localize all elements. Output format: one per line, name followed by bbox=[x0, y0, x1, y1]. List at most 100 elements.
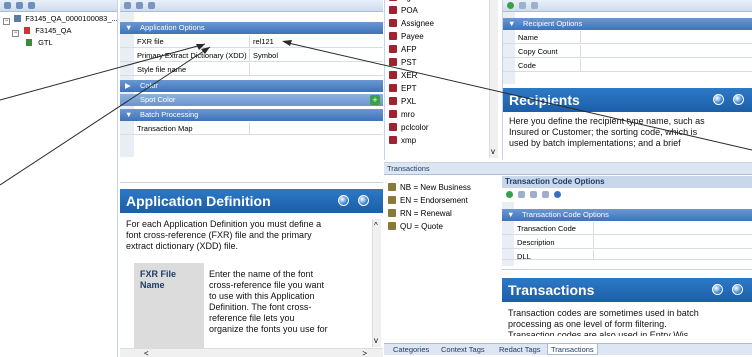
recipient-label: Agent bbox=[401, 0, 422, 2]
grid-row-name[interactable]: Name bbox=[503, 31, 752, 44]
recipient-item[interactable]: XER bbox=[389, 70, 417, 82]
transaction-icon bbox=[388, 196, 396, 204]
tab-context-tags[interactable]: Context Tags bbox=[438, 344, 488, 355]
xdd-value[interactable]: Symbol bbox=[251, 49, 278, 62]
recipient-item[interactable]: mro bbox=[389, 109, 415, 121]
fxr-file-value[interactable]: rel121 bbox=[251, 35, 274, 48]
recipient-item[interactable]: Payee bbox=[389, 31, 424, 43]
tab-categories[interactable]: Categories bbox=[390, 344, 432, 355]
next-icon[interactable] bbox=[732, 284, 743, 295]
tco-title-bar: Transaction Code Options bbox=[502, 176, 752, 188]
previous-icon[interactable] bbox=[713, 94, 724, 105]
recipient-item[interactable]: pclcolor bbox=[389, 122, 429, 134]
recipient-icon bbox=[389, 45, 397, 53]
horizontal-scrollbar[interactable]: < > bbox=[120, 348, 383, 357]
category-application-options[interactable]: ▼ Application Options bbox=[120, 22, 383, 34]
toolbar-icon[interactable] bbox=[530, 191, 537, 198]
recipients-scrollbar[interactable]: v bbox=[489, 0, 498, 158]
tab-redact-tags[interactable]: Redact Tags bbox=[496, 344, 544, 355]
help-icon[interactable] bbox=[554, 191, 561, 198]
recipient-icon bbox=[389, 6, 397, 14]
recipient-label: AFP bbox=[401, 45, 417, 54]
toolbar-icon[interactable] bbox=[124, 2, 131, 9]
expand-arrow-icon[interactable]: ▼ bbox=[508, 18, 515, 30]
toolbar-icon[interactable] bbox=[542, 191, 549, 198]
tree-tool-icon[interactable] bbox=[16, 2, 23, 9]
toolbar-icon[interactable] bbox=[136, 2, 143, 9]
expand-arrow-icon[interactable]: ▼ bbox=[125, 109, 132, 121]
grid-row-transaction-code[interactable]: Transaction Code bbox=[502, 222, 752, 235]
scroll-up-icon[interactable]: ^ bbox=[374, 221, 378, 230]
recipient-label: POA bbox=[401, 6, 418, 15]
property-key: Description bbox=[514, 236, 594, 249]
transaction-item[interactable]: QU = Quote bbox=[388, 221, 443, 233]
group-icon bbox=[26, 39, 32, 46]
grid-row-copy-count[interactable]: Copy Count bbox=[503, 45, 752, 58]
toolbar-icon[interactable] bbox=[531, 2, 538, 9]
recipient-item[interactable]: Agent bbox=[389, 0, 422, 4]
grid-row-dll[interactable]: DLL bbox=[502, 250, 752, 260]
recipient-item[interactable]: AFP bbox=[389, 44, 417, 56]
recipient-item[interactable]: Assignee bbox=[389, 18, 434, 30]
transactions-list: NB = New Business EN = Endorsement RN = Re… bbox=[384, 177, 499, 337]
toolbar-icon[interactable] bbox=[148, 2, 155, 9]
scroll-right-icon[interactable]: > bbox=[362, 349, 367, 357]
tree-item-leaf[interactable]: GTL bbox=[26, 37, 53, 48]
tree-tool-icon[interactable] bbox=[28, 2, 35, 9]
transaction-code-options: Transaction Code Options ▼ Transaction C… bbox=[502, 176, 752, 266]
help-scrollbar[interactable]: ^ v bbox=[372, 219, 381, 347]
term-line: Name bbox=[140, 280, 165, 290]
recipient-item[interactable]: xmp bbox=[389, 135, 416, 147]
transaction-item[interactable]: NB = New Business bbox=[388, 182, 471, 194]
previous-icon[interactable] bbox=[712, 284, 723, 295]
recipient-item[interactable]: PXL bbox=[389, 96, 416, 108]
collapse-icon[interactable]: − bbox=[12, 30, 19, 37]
grid-row-spot-color[interactable]: Spot Color + bbox=[120, 94, 383, 106]
expand-arrow-icon[interactable]: ▶ bbox=[125, 80, 131, 92]
tree-tool-icon[interactable] bbox=[4, 2, 11, 9]
desc-line: to use with this Application bbox=[209, 291, 315, 301]
category-transaction-code-options[interactable]: ▼ Transaction Code Options bbox=[502, 209, 752, 221]
scroll-down-icon[interactable]: v bbox=[374, 336, 378, 345]
category-color[interactable]: ▶ Color bbox=[120, 80, 383, 92]
tab-transactions[interactable]: Transactions bbox=[547, 344, 598, 355]
transaction-item[interactable]: EN = Endorsement bbox=[388, 195, 468, 207]
grid-row-fxr-file[interactable]: FXR file rel121 bbox=[120, 35, 383, 48]
scroll-down-icon[interactable]: v bbox=[491, 147, 495, 156]
library-icon bbox=[14, 15, 22, 22]
category-recipient-options[interactable]: ▼ Recipient Options bbox=[503, 18, 752, 30]
category-batch-processing[interactable]: ▼ Batch Processing bbox=[120, 109, 383, 121]
transaction-item[interactable]: RN = Renewal bbox=[388, 208, 452, 220]
property-key: Code bbox=[515, 59, 581, 72]
recipient-label: PXL bbox=[401, 97, 417, 106]
add-icon[interactable]: + bbox=[370, 95, 380, 105]
next-icon[interactable] bbox=[733, 94, 744, 105]
toolbar-icon[interactable] bbox=[518, 191, 525, 198]
expand-arrow-icon[interactable]: ▼ bbox=[507, 209, 514, 221]
scroll-left-icon[interactable]: < bbox=[144, 349, 149, 357]
recipient-item[interactable]: PST bbox=[389, 57, 417, 69]
add-icon[interactable] bbox=[507, 2, 514, 9]
app-toolbar bbox=[120, 0, 383, 12]
grid-row-xdd[interactable]: Primary Extract Dictionary (XDD) Symbol bbox=[120, 49, 383, 62]
recipients-list-pane: Agent POA Assignee Payee AFP PST XER EPT PXL mro p… bbox=[384, 0, 499, 160]
property-key: Primary Extract Dictionary (XDD) bbox=[134, 49, 250, 62]
recipient-item[interactable]: EPT bbox=[389, 83, 417, 95]
recipient-item[interactable]: POA bbox=[389, 5, 418, 17]
help-line: Here you define the recipient type name,… bbox=[509, 116, 705, 126]
grid-row-transaction-map[interactable]: Transaction Map bbox=[120, 122, 383, 135]
tree-item-root[interactable]: − F3145_QA_0000100083_... bbox=[3, 13, 117, 25]
toolbar-icon[interactable] bbox=[519, 2, 526, 9]
application-options-pane: ▼ Application Options FXR file rel121 Pr… bbox=[120, 0, 383, 180]
tree-item-child[interactable]: − F3145_QA bbox=[12, 25, 71, 37]
recipients-help-body: Here you define the recipient type name,… bbox=[509, 116, 745, 149]
grid-row-description[interactable]: Description bbox=[502, 236, 752, 249]
help-line: extract dictionary (XDD) file. bbox=[126, 241, 239, 251]
grid-row-style-file[interactable]: Style file name bbox=[120, 63, 383, 76]
expand-arrow-icon[interactable]: ▼ bbox=[125, 22, 132, 34]
previous-icon[interactable] bbox=[338, 195, 349, 206]
grid-row-code[interactable]: Code bbox=[503, 59, 752, 72]
add-icon[interactable] bbox=[506, 191, 513, 198]
collapse-icon[interactable]: − bbox=[3, 18, 10, 25]
next-icon[interactable] bbox=[358, 195, 369, 206]
